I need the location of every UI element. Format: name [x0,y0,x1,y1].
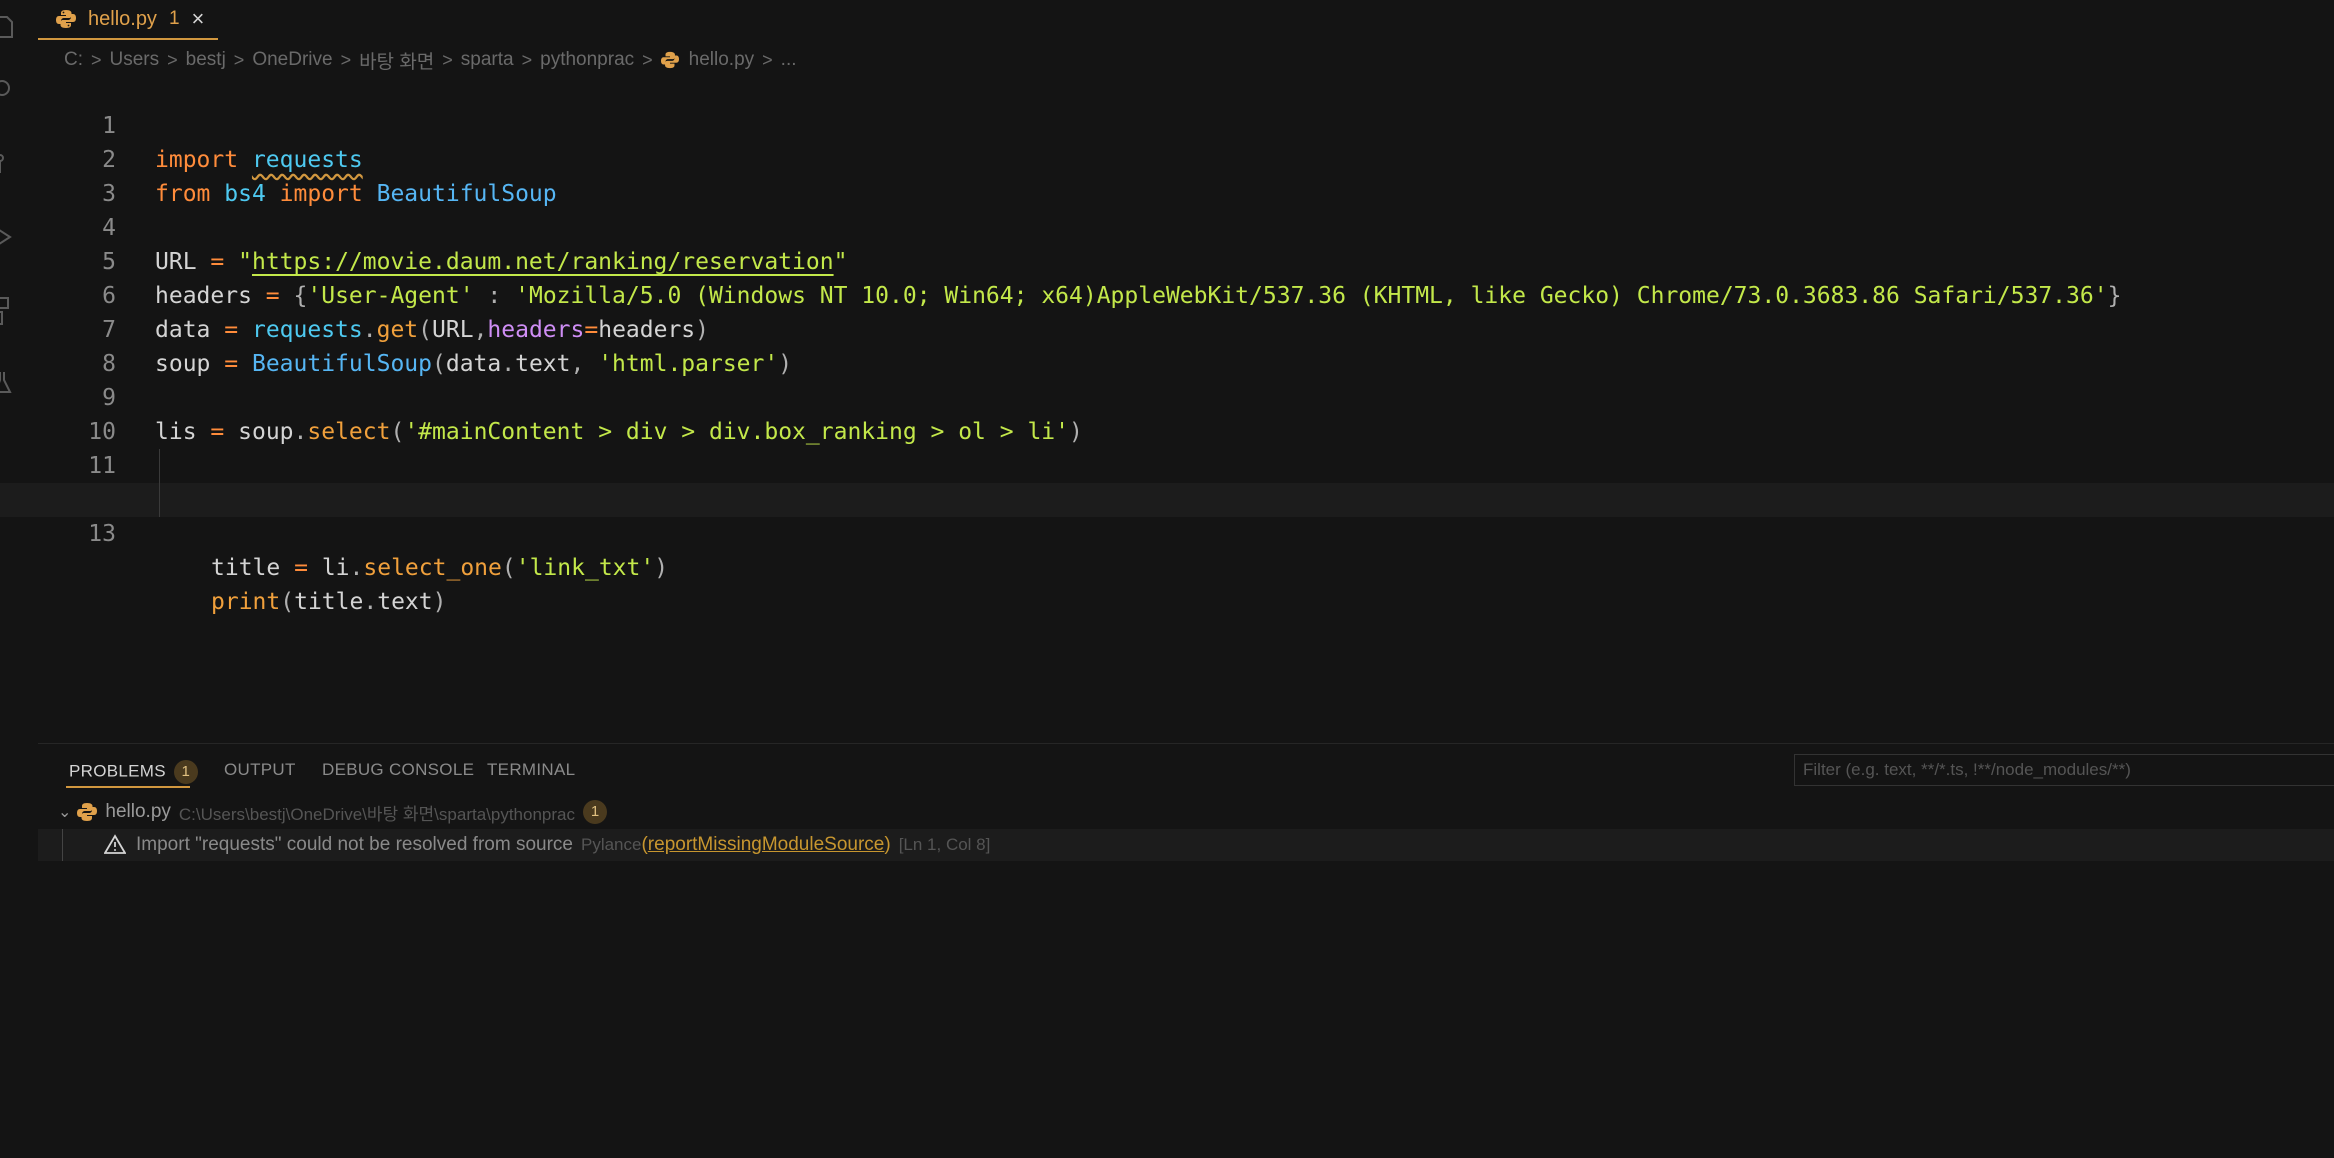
tab-problems[interactable]: PROBLEMS 1 [69,760,198,784]
close-icon[interactable]: × [192,6,205,32]
breadcrumb-item[interactable]: Users [110,49,160,71]
tree-indent-guide [62,829,63,861]
code-line: 7 soup = BeautifulSoup(data.text, 'html.… [0,279,2334,377]
code-line: 11 for li in lis: [0,415,2334,513]
breadcrumb-item[interactable]: 바탕 화면 [359,47,434,74]
code-editor[interactable]: 1 import requests 2 from bs4 import Beau… [0,75,2334,615]
code-token: ) [654,555,669,581]
code-line: 6 data = requests.get(URL,headers=header… [0,245,2334,343]
tab-label: PROBLEMS [69,761,166,781]
code-token: title [211,555,281,581]
code-line-current: 13 print(title.text) [0,483,2334,615]
problem-item[interactable]: Import "requests" could not be resolved … [38,829,2334,861]
problem-message: Import "requests" could not be resolved … [136,834,573,855]
code-token: ( [280,589,295,615]
tab-debug-console[interactable]: DEBUG CONSOLE [322,760,474,780]
chevron-right-icon: > [340,49,352,70]
code-token: title [294,589,364,615]
breadcrumb-item[interactable]: pythonprac [540,49,634,71]
code-line: 12 title = li.select_one('link_txt') [0,449,2334,581]
code-token: 'link_txt' [515,555,655,581]
indent-guide [159,483,160,517]
breadcrumb-symbols[interactable]: ... [781,49,797,71]
problem-code-paren: ) [884,834,891,855]
code-token: . [363,589,378,615]
code-line: 8 [0,313,2334,377]
code-line: 5 headers = {'User-Agent' : 'Mozilla/5.0… [0,211,2334,309]
problems-file-name: hello.py [105,801,171,822]
code-token: print [211,589,281,615]
code-token: ) [432,589,447,615]
chevron-right-icon: > [167,49,178,70]
breadcrumb-file[interactable]: hello.py [689,49,755,71]
editor-tab-bar: hello.py 1 × [38,0,2334,40]
code-token: . [349,555,364,581]
chevron-right-icon: > [233,49,245,70]
warning-icon [103,834,128,856]
chevron-down-icon[interactable]: ⌄ [58,802,71,822]
python-file-icon [660,51,679,69]
bottom-panel: PROBLEMS 1 OUTPUT DEBUG CONSOLE TERMINAL … [38,743,2334,1158]
tab-problem-count: 1 [168,8,180,29]
line-number: 13 [88,521,116,547]
chevron-right-icon: > [521,49,533,70]
code-line: 10 [0,381,2334,445]
code-line: 9 lis = soup.select('#mainContent > div … [0,347,2334,445]
code-token: text [377,589,433,615]
problem-code-link[interactable]: reportMissingModuleSource [648,834,885,856]
python-file-icon [56,9,76,29]
breadcrumb-item[interactable]: bestj [186,49,226,71]
tab-output[interactable]: OUTPUT [224,760,296,780]
panel-tabs: PROBLEMS 1 OUTPUT DEBUG CONSOLE TERMINAL [38,744,2334,788]
tab-label: hello.py [88,7,157,30]
tab-hello-py[interactable]: hello.py 1 × [38,0,218,40]
code-token: ( [501,555,516,581]
problem-source: Pylance [580,835,642,854]
code-line: 3 [0,143,2334,207]
code-line: 2 from bs4 import BeautifulSoup [0,109,2334,207]
problems-filter-input[interactable] [1794,754,2334,786]
code-token: = [294,555,308,581]
indent-guide [159,449,160,483]
chevron-right-icon: > [91,49,102,70]
python-file-icon [77,802,98,822]
problems-file-row[interactable]: ⌄ hello.py C:\Users\bestj\OneDrive\바탕 화면… [38,796,2334,828]
code-token: li [321,555,350,581]
problem-location: [Ln 1, Col 8] [898,835,991,854]
code-token: select_one [363,555,502,581]
explorer-icon[interactable] [0,16,14,38]
problems-file-count-badge: 1 [583,800,607,824]
problems-file-path: C:\Users\bestj\OneDrive\바탕 화면\sparta\pyt… [178,804,575,824]
breadcrumb-item[interactable]: C: [64,49,83,71]
chevron-right-icon: > [442,49,453,70]
code-line: 4 URL = "https://movie.daum.net/ranking/… [0,177,2334,275]
tab-terminal[interactable]: TERMINAL [487,760,575,780]
breadcrumb-item[interactable]: sparta [461,49,514,71]
chevron-right-icon: > [642,49,653,70]
active-tab-indicator [66,786,190,788]
breadcrumb-item[interactable]: OneDrive [252,49,332,71]
breadcrumb: C: > Users > bestj > OneDrive > 바탕 화면 > spart… [64,46,797,74]
code-line: 1 import requests [0,75,2334,173]
chevron-right-icon: > [762,49,773,70]
problems-count-badge: 1 [173,760,198,784]
